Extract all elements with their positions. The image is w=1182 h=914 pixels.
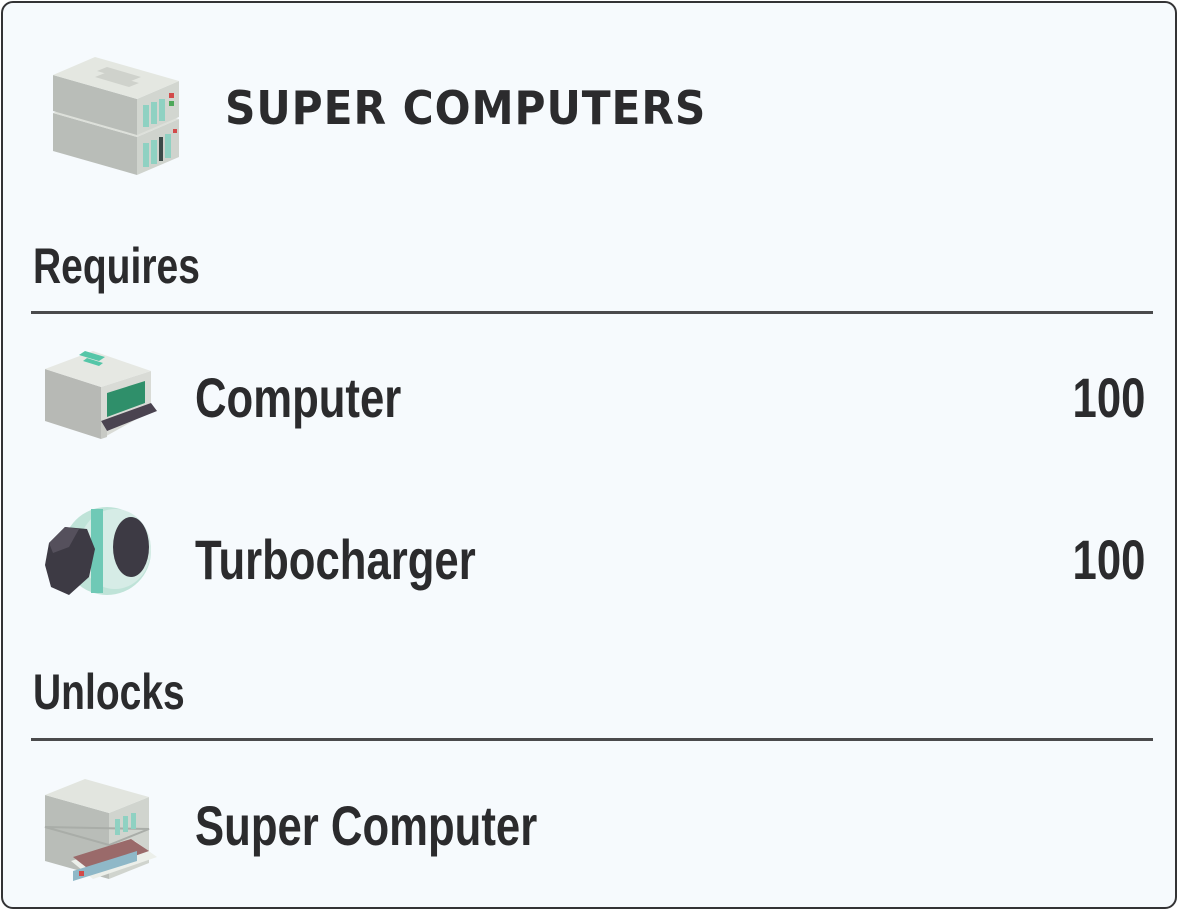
requirement-quantity-computer: 100 [1072,366,1145,429]
turbocharger-icon [45,507,151,595]
server-rack-icon [53,57,179,175]
requires-divider [31,311,1153,314]
unlock-label-super-computer: Super Computer [195,794,538,857]
page-title: SUPER COMPUTERS [225,81,707,135]
requirement-quantity-turbocharger: 100 [1072,528,1145,591]
computer-icon [45,351,157,439]
requirement-label-computer: Computer [195,366,402,429]
unlocks-heading: Unlocks [33,664,185,720]
unlocks-divider [31,738,1153,741]
requirement-label-turbocharger: Turbocharger [195,528,476,591]
tooltip-panel: SUPER COMPUTERS Requires Computer 100 Tu… [1,1,1177,909]
requires-heading: Requires [33,238,200,294]
super-computer-icon [44,779,157,881]
